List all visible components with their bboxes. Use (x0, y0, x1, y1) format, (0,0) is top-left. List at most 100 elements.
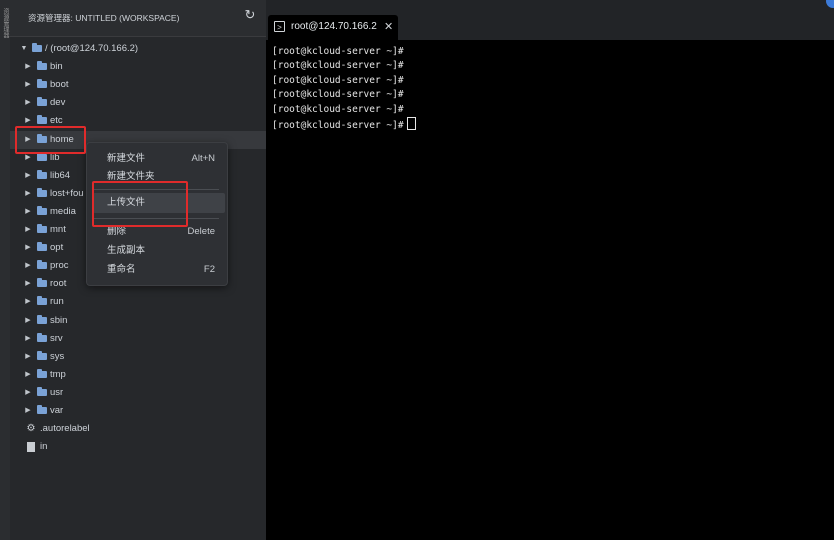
folder-item[interactable]: ▶ tmp (10, 366, 266, 384)
file-icon (27, 442, 35, 453)
context-menu-item[interactable]: 新建文件 Alt+N (93, 149, 225, 169)
menu-item-shortcut: Delete (187, 226, 215, 237)
folder-label: lib64 (50, 169, 71, 181)
close-icon[interactable]: ✕ (384, 20, 393, 33)
terminal-line: [root@kcloud-server ~]# (272, 74, 416, 88)
folder-icon (37, 151, 47, 161)
terminal-line-text: [root@kcloud-server ~]# (272, 103, 404, 115)
chevron-down-icon[interactable]: ▼ (20, 40, 28, 58)
folder-icon (37, 187, 47, 197)
folder-item[interactable]: ▶ bin (10, 58, 266, 76)
menu-item-shortcut: Alt+N (191, 153, 216, 164)
terminal-cursor (406, 116, 416, 130)
terminal-line-text: [root@kcloud-server ~]# (272, 60, 404, 72)
refresh-icon[interactable]: ↻ (243, 8, 257, 22)
terminal-area: > root@124.70.166.2 ✕ [root@kcloud-serve… (266, 0, 834, 540)
chevron-right-icon[interactable]: ▶ (24, 384, 32, 402)
terminal-output[interactable]: [root@kcloud-server ~]# [root@kcloud-serv… (272, 45, 416, 131)
chevron-right-icon[interactable]: ▶ (24, 348, 32, 366)
folder-label: var (50, 405, 64, 416)
menu-item-label: 生成副本 (107, 245, 146, 256)
folder-label: boot (50, 79, 69, 91)
folder-label: sbin (50, 314, 68, 326)
folder-label: usr (50, 386, 64, 398)
chevron-right-icon[interactable]: ▶ (24, 257, 32, 275)
explorer-title: 资源管理器: UNTITLED (WORKSPACE) (28, 13, 180, 23)
folder-label: tmp (50, 368, 66, 380)
tab-terminal[interactable]: > root@124.70.166.2 ✕ (268, 15, 398, 40)
chevron-right-icon[interactable]: ▶ (24, 330, 32, 348)
folder-item[interactable]: ▶ srv (10, 330, 266, 348)
terminal-line: [root@kcloud-server ~]# (272, 116, 416, 131)
folder-icon (37, 350, 47, 360)
terminal-icon: > (274, 21, 285, 32)
folder-label: sys (50, 350, 65, 362)
folder-item[interactable]: ▶ boot (10, 76, 266, 94)
explorer-header: 资源管理器: UNTITLED (WORKSPACE) ↻ (10, 0, 266, 37)
folder-icon (37, 386, 47, 396)
tab-label: root@124.70.166.2 (291, 21, 377, 32)
folder-label: root (50, 278, 67, 290)
context-menu-item[interactable]: 重命名 F2 (93, 260, 225, 280)
menu-item-label: 重命名 (107, 264, 136, 275)
folder-item[interactable]: ▶ var (10, 402, 266, 420)
folder-icon (37, 314, 47, 324)
folder-label: srv (50, 332, 63, 344)
terminal-line: [root@kcloud-server ~]# (272, 103, 416, 117)
chevron-right-icon[interactable]: ▶ (24, 239, 32, 257)
folder-icon (32, 43, 42, 52)
folder-icon (37, 169, 47, 179)
folder-icon (37, 296, 47, 306)
chevron-right-icon[interactable]: ▶ (24, 275, 32, 293)
terminal-line-text: [root@kcloud-server ~]# (272, 119, 404, 131)
file-label: in (40, 441, 48, 453)
folder-icon (37, 260, 47, 270)
folder-icon (37, 368, 47, 378)
folder-label: mnt (50, 224, 66, 235)
terminal-line-text: [root@kcloud-server ~]# (272, 46, 404, 57)
folder-label: dev (50, 97, 66, 109)
folder-icon (37, 278, 47, 288)
folder-icon (37, 61, 47, 71)
chevron-right-icon[interactable]: ▶ (24, 203, 32, 221)
chevron-right-icon[interactable]: ▶ (24, 167, 32, 185)
terminal-line: [root@kcloud-server ~]# (272, 45, 416, 59)
folder-icon (37, 332, 47, 342)
context-menu-item[interactable]: 生成副本 (93, 241, 225, 261)
ide-window: 资源管理器 资源管理器: UNTITLED (WORKSPACE) ↻ ▼ / (… (0, 0, 834, 540)
terminal-line: [root@kcloud-server ~]# (272, 59, 416, 73)
folder-icon (37, 405, 47, 414)
folder-icon (37, 205, 47, 215)
folder-icon (37, 115, 47, 125)
chevron-right-icon[interactable]: ▶ (24, 312, 32, 330)
tree-root-label: / (root@124.70.166.2) (45, 43, 139, 54)
highlight-box-home (15, 126, 86, 154)
chevron-right-icon[interactable]: ▶ (24, 366, 32, 384)
folder-label: lost+fou (50, 187, 84, 199)
folder-icon (37, 224, 47, 233)
terminal-line-text: [root@kcloud-server ~]# (272, 74, 404, 86)
chevron-right-icon[interactable]: ▶ (24, 293, 32, 311)
menu-item-label: 新建文件 (107, 153, 146, 164)
folder-icon (37, 97, 47, 107)
gear-icon: ⚙ (26, 423, 36, 435)
menu-item-shortcut: F2 (203, 264, 215, 275)
folder-item[interactable]: ▶ usr (10, 384, 266, 402)
explorer-activity-label[interactable]: 资源管理器 (1, 8, 9, 96)
terminal-line-text: [root@kcloud-server ~]# (272, 89, 404, 101)
folder-label: media (50, 205, 76, 217)
file-item[interactable]: ⚙ .autorelabel (10, 420, 266, 438)
chevron-right-icon[interactable]: ▶ (24, 94, 32, 112)
chevron-right-icon[interactable]: ▶ (24, 185, 32, 203)
file-item[interactable]: in (10, 438, 266, 456)
chevron-right-icon[interactable]: ▶ (24, 221, 32, 239)
chevron-right-icon[interactable]: ▶ (24, 58, 32, 76)
tree-root[interactable]: ▼ / (root@124.70.166.2) (10, 40, 266, 58)
chevron-right-icon[interactable]: ▶ (24, 402, 32, 420)
chevron-right-icon[interactable]: ▶ (24, 76, 32, 94)
folder-item[interactable]: ▶ sys (10, 348, 266, 366)
folder-item[interactable]: ▶ sbin (10, 312, 266, 330)
folder-icon (37, 79, 47, 89)
folder-item[interactable]: ▶ dev (10, 94, 266, 112)
folder-item[interactable]: ▶ run (10, 293, 266, 311)
